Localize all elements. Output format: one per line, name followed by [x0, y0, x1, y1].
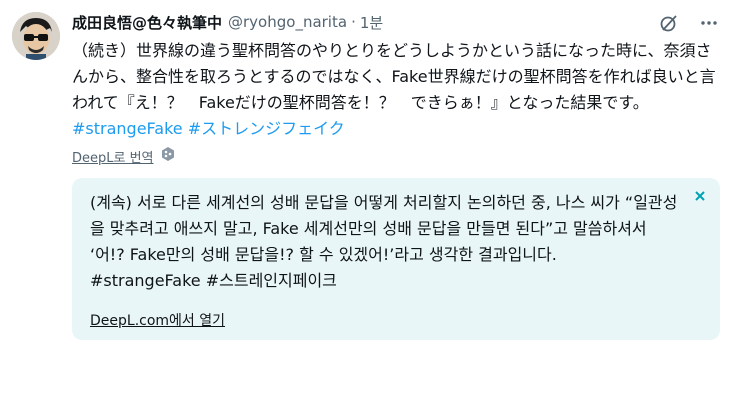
translated-hashtag: #strangeFake	[90, 271, 201, 290]
translated-body: (계속) 서로 다른 세계선의 성배 문답을 어떻게 처리할지 논의하던 중, …	[90, 193, 678, 264]
tweet-body: （続き）世界線の違う聖杯問答のやりとりをどうしようかという話になった時に、奈須さ…	[72, 41, 716, 112]
translated-hashtag: #스트레인지페이크	[205, 271, 337, 290]
tweet: 成田良悟@色々執筆中 @ryohgo_narita · 1분 （続き）世界線の違…	[72, 10, 720, 340]
avatar-image	[12, 12, 60, 60]
translate-link[interactable]: DeepL로 번역	[72, 147, 154, 166]
timestamp[interactable]: 1분	[360, 12, 383, 33]
tweet-text: （続き）世界線の違う聖杯問答のやりとりをどうしようかという話になった時に、奈須さ…	[72, 38, 720, 142]
header-actions	[658, 12, 720, 34]
grok-icon[interactable]	[658, 12, 680, 34]
close-icon[interactable]	[692, 188, 708, 204]
author-name[interactable]: 成田良悟@色々執筆中	[72, 12, 222, 33]
avatar[interactable]	[12, 12, 60, 60]
deepl-icon	[160, 146, 176, 166]
separator: ·	[351, 13, 356, 31]
translation-panel: (계속) 서로 다른 세계선의 성배 문답을 어떻게 처리할지 논의하던 중, …	[72, 178, 720, 340]
open-in-deepl-link[interactable]: DeepL.com에서 열기	[90, 310, 225, 330]
translate-bar: DeepL로 번역	[72, 146, 720, 166]
tweet-header: 成田良悟@色々執筆中 @ryohgo_narita · 1분	[72, 10, 720, 34]
author-handle[interactable]: @ryohgo_narita	[228, 13, 347, 31]
hashtag-link[interactable]: #ストレンジフェイク	[188, 119, 345, 138]
more-options-icon[interactable]	[698, 12, 720, 34]
hashtag-link[interactable]: #strangeFake	[72, 119, 183, 138]
translated-text: (계속) 서로 다른 세계선의 성배 문답을 어떻게 처리할지 논의하던 중, …	[90, 190, 680, 294]
